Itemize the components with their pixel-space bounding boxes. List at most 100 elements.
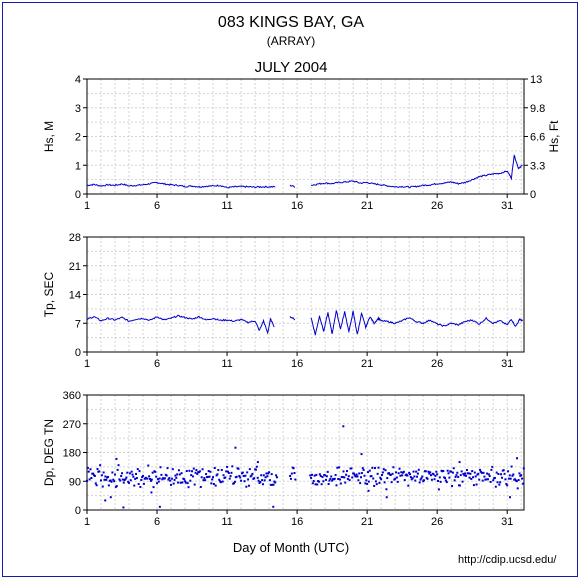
scatter-point [487,473,490,476]
scatter-point [491,465,494,468]
scatter-point [216,473,219,476]
y-axis-label: Hs, M [42,121,56,152]
scatter-point [255,465,258,468]
scatter-point [268,479,271,482]
scatter-point [477,472,480,475]
scatter-point [211,478,214,481]
scatter-point [368,469,371,472]
scatter-point [246,471,249,474]
scatter-point [275,474,278,477]
scatter-point [445,481,448,484]
scatter-point [247,484,250,487]
scatter-point [133,484,136,487]
scatter-point [416,472,419,475]
scatter-point [203,477,206,480]
scatter-point [497,473,500,476]
x-tick-label: 26 [431,358,443,370]
scatter-point [177,469,180,472]
scatter-point [125,476,128,479]
scatter-point [469,472,472,475]
scatter-point [517,479,520,482]
x-tick-label: 1 [84,358,90,370]
x-tick-label: 11 [221,358,232,370]
x-tick-label: 16 [291,516,303,528]
scatter-point [389,473,392,476]
scatter-point [103,478,106,481]
scatter-point [398,467,401,470]
scatter-point [206,475,209,478]
scatter-point [364,482,367,485]
x-tick-label: 16 [291,358,303,370]
scatter-point [247,478,250,481]
scatter-point [121,478,124,481]
scatter-point [345,473,348,476]
scatter-point [227,472,230,475]
scatter-point [490,468,493,471]
scatter-point [421,475,424,478]
scatter-point [95,484,98,487]
scatter-point [156,478,159,481]
scatter-point [380,478,383,481]
scatter-point [480,471,483,474]
scatter-point [358,472,361,475]
scatter-point [132,475,135,478]
y-tick-label: 7 [75,318,81,330]
x-tick-label: 31 [501,516,513,528]
scatter-point [518,472,521,475]
scatter-point [327,483,330,486]
scatter-point [359,482,362,485]
scatter-point [464,472,467,475]
scatter-point [343,476,346,479]
scatter-point [221,480,224,483]
scatter-point [176,473,179,476]
y-tick-label: 0 [75,505,81,517]
scatter-point [457,475,460,478]
scatter-point [407,484,410,487]
scatter-point [374,467,377,470]
y-tick-label: 21 [69,261,81,273]
scatter-point [240,479,243,482]
scatter-point [259,480,262,483]
scatter-point [187,486,190,489]
scatter-point [426,477,429,480]
scatter-point [395,476,398,479]
x-tick-label: 1 [84,200,90,212]
scatter-point [226,465,229,468]
scatter-point [452,467,455,470]
scatter-point [314,483,317,486]
x-tick-label: 1 [84,516,90,528]
scatter-point [385,496,388,499]
scatter-point [495,471,498,474]
scatter-point [309,474,312,477]
scatter-point [509,477,512,480]
scatter-point [342,470,345,473]
scatter-point [460,470,463,473]
scatter-point [186,482,189,485]
scatter-point [456,471,459,474]
scatter-point [101,485,104,488]
scatter-point [341,476,344,479]
scatter-point [129,479,132,482]
scatter-point [474,475,477,478]
scatter-point [383,481,386,484]
scatter-point [241,471,244,474]
scatter-point [463,474,466,477]
scatter-point [482,471,485,474]
scatter-point [413,475,416,478]
scatter-point [148,475,151,478]
scatter-point [437,488,440,491]
scatter-point [190,474,193,477]
scatter-point [260,474,263,477]
scatter-point [231,465,234,468]
y-tick-label: 3 [75,103,81,115]
scatter-point [94,482,97,485]
scatter-point [213,466,216,469]
scatter-point [496,481,499,484]
scatter-point [146,477,149,480]
scatter-point [465,474,468,477]
scatter-point [412,470,415,473]
scatter-point [447,472,450,475]
scatter-point [251,472,254,475]
scatter-point [350,467,353,470]
scatter-point [430,474,433,477]
